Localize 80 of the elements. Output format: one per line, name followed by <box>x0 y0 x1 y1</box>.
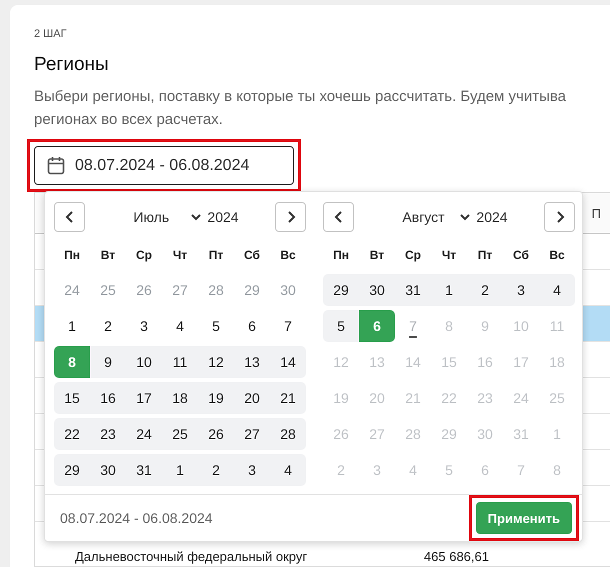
calendar-day[interactable]: 22 <box>54 418 90 450</box>
calendar-day[interactable]: 1 <box>431 274 467 306</box>
calendar-day[interactable]: 11 <box>162 346 198 378</box>
weekday-label: Сб <box>512 247 530 264</box>
calendar-day[interactable]: 30 <box>359 274 395 306</box>
calendar-day[interactable]: 2 <box>467 274 503 306</box>
calendar-day[interactable]: 13 <box>234 346 270 378</box>
calendar-day[interactable]: 16 <box>90 382 126 414</box>
calendar-day[interactable]: 3 <box>503 274 539 306</box>
weekday-label: Вт <box>368 247 386 264</box>
date-range-field[interactable]: 08.07.2024 - 06.08.2024 <box>34 146 294 185</box>
next-month-button[interactable] <box>275 202 306 232</box>
calendar-day[interactable]: 29 <box>54 454 90 486</box>
calendar-day[interactable]: 28 <box>270 418 306 450</box>
weekday-label: Вс <box>279 247 297 264</box>
description-text: регионах во всех расчетах. <box>34 110 224 130</box>
calendar-day[interactable]: 9 <box>90 346 126 378</box>
calendar-day[interactable]: 2 <box>198 454 234 486</box>
weekday-label: Пн <box>332 247 350 264</box>
calendar-day[interactable]: 2 <box>90 310 126 342</box>
calendar-day[interactable]: 31 <box>395 274 431 306</box>
chevron-right-icon <box>286 210 296 224</box>
selected-range-text: 08.07.2024 - 06.08.2024 <box>60 510 213 526</box>
calendar-day[interactable]: 5 <box>323 310 359 342</box>
table-cell: 465 686,61 <box>424 549 489 564</box>
calendar-day[interactable]: 23 <box>90 418 126 450</box>
calendar-day[interactable]: 26 <box>198 418 234 450</box>
calendar-day[interactable]: 1 <box>54 310 90 342</box>
description-text: Выбери регионы, поставку в которые ты хочешь рассчитать. Будем учитыва <box>34 87 568 107</box>
calendar-day[interactable]: 12 <box>198 346 234 378</box>
next-month-button[interactable] <box>544 202 575 232</box>
weekday-label: Чт <box>440 247 458 264</box>
weekday-label: Пт <box>476 247 494 264</box>
weekday-label: Ср <box>404 247 422 264</box>
calendar-day[interactable]: 29 <box>323 274 359 306</box>
month-select[interactable]: Август <box>390 209 470 225</box>
calendar-day[interactable]: 21 <box>270 382 306 414</box>
calendar-day[interactable]: 30 <box>90 454 126 486</box>
column-header: П <box>592 206 601 220</box>
calendar-day[interactable]: 4 <box>270 454 306 486</box>
calendar-day[interactable]: 7 <box>270 310 306 342</box>
calendar-day[interactable]: 5 <box>198 310 234 342</box>
chevron-left-icon <box>64 210 74 224</box>
calendar-day[interactable]: 18 <box>162 382 198 414</box>
chevron-right-icon <box>554 210 564 224</box>
weekday-label: Вт <box>100 247 116 264</box>
weekday-label: Сб <box>243 247 261 264</box>
year-select[interactable]: 2024 <box>207 209 239 225</box>
calendar-day[interactable]: 3 <box>234 454 270 486</box>
calendar-day[interactable]: 24 <box>126 418 162 450</box>
calendar-day[interactable]: 15 <box>54 382 90 414</box>
year-select[interactable]: 2024 <box>476 209 508 225</box>
chevron-down-icon <box>191 214 202 220</box>
previous-month-button[interactable] <box>54 202 85 232</box>
calendar-day[interactable]: 20 <box>234 382 270 414</box>
calendar-day[interactable]: 1 <box>162 454 198 486</box>
month-select[interactable]: Июль <box>121 209 202 225</box>
step-label: 2 ШАГ <box>34 28 68 40</box>
calendar-day[interactable]: 17 <box>126 382 162 414</box>
calendar-day[interactable]: 25 <box>162 418 198 450</box>
chevron-down-icon <box>460 214 470 220</box>
weekday-label: Чт <box>172 247 188 264</box>
calendar-day[interactable]: 4 <box>162 310 198 342</box>
calendar-day[interactable]: 4 <box>539 274 575 306</box>
calendar-icon <box>47 156 65 175</box>
calendar-day[interactable]: 10 <box>126 346 162 378</box>
calendar-day[interactable]: 14 <box>270 346 306 378</box>
weekday-label: Ср <box>135 247 153 264</box>
calendar-day[interactable]: 3 <box>126 310 162 342</box>
chevron-left-icon <box>334 210 344 224</box>
weekday-label: Вс <box>548 247 566 264</box>
previous-month-button[interactable] <box>323 202 354 232</box>
section-title: Регионы <box>34 54 110 76</box>
weekday-label: Пн <box>63 247 81 264</box>
calendar-day[interactable]: 6 <box>234 310 270 342</box>
table-cell: Дальневосточный федеральный округ <box>75 549 308 564</box>
calendar-day[interactable]: 27 <box>234 418 270 450</box>
weekday-label: Пт <box>208 247 224 264</box>
calendar-day[interactable]: 31 <box>126 454 162 486</box>
calendar-day[interactable]: 19 <box>198 382 234 414</box>
